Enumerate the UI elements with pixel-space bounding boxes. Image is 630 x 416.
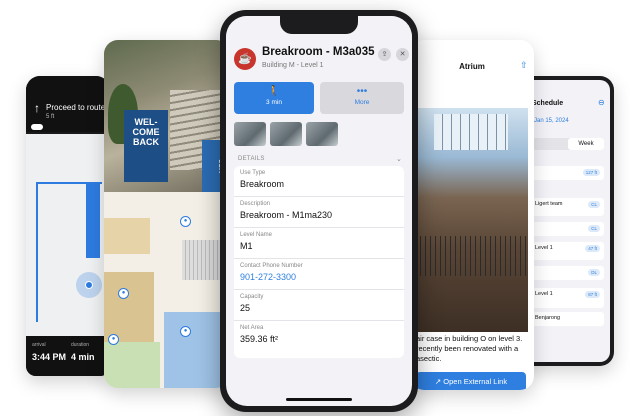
detail-screen: ☕ Breakroom - M3a035 Building M - Level … bbox=[226, 16, 412, 406]
event-tag: 47 ft bbox=[585, 245, 600, 252]
field-value: 25 bbox=[240, 303, 251, 313]
photo-thumbnail[interactable] bbox=[306, 122, 338, 146]
floor-plan[interactable]: ● ● ● ● bbox=[104, 192, 230, 388]
arrival-time: 3:44 PM bbox=[32, 352, 67, 362]
view-segmented-control[interactable]: Week bbox=[532, 138, 604, 150]
event-tag: CL bbox=[588, 225, 600, 232]
schedule-date[interactable]: Jan 15, 2024 bbox=[534, 118, 569, 124]
up-arrow-icon: ↑ bbox=[34, 101, 40, 115]
route-distance: 5 ft bbox=[46, 114, 55, 120]
duration-label: duration bbox=[71, 342, 90, 348]
railing-image bbox=[416, 236, 528, 276]
close-icon[interactable]: ⊖ bbox=[598, 98, 605, 107]
event-tag: DL bbox=[588, 269, 600, 276]
room-unit[interactable] bbox=[104, 218, 150, 254]
detail-row: Use Type Breakroom bbox=[234, 166, 404, 197]
schedule-event[interactable]: Level 1 87 ft bbox=[532, 288, 604, 308]
action-buttons: 🚶 3 min ••• More bbox=[234, 82, 404, 116]
field-value: 359.36 ft² bbox=[240, 334, 279, 344]
detail-row: Capacity 25 bbox=[234, 290, 404, 321]
directions-button[interactable]: 🚶 3 min bbox=[234, 82, 314, 114]
amenity-marker-icon[interactable]: ● bbox=[108, 334, 119, 345]
detail-phone: ☕ Breakroom - M3a035 Building M - Level … bbox=[220, 10, 418, 412]
photo-thumbnail[interactable] bbox=[234, 122, 266, 146]
skylight-image bbox=[434, 114, 508, 150]
phone-notch bbox=[280, 16, 358, 34]
arrival-label: arrival bbox=[32, 342, 46, 348]
directions-time: 3 min bbox=[266, 99, 282, 106]
schedule-event[interactable]: Benjarong bbox=[532, 312, 604, 326]
duration-value: 4 min bbox=[71, 352, 95, 362]
phone-number-link[interactable]: 901-272-3300 bbox=[240, 269, 398, 282]
atrium-phone: Atrium ⇧ air case in building O on level… bbox=[410, 40, 534, 390]
close-icon[interactable]: ✕ bbox=[396, 48, 409, 61]
detail-header: ☕ Breakroom - M3a035 Building M - Level … bbox=[226, 40, 412, 88]
chevron-down-icon[interactable]: ⌄ bbox=[396, 155, 402, 163]
atrium-description: air case in building O on level 3. recen… bbox=[416, 334, 523, 363]
amenity-marker-icon[interactable]: ● bbox=[180, 216, 191, 227]
share-icon[interactable]: ⇧ bbox=[520, 60, 528, 71]
event-text: Benjarong bbox=[535, 315, 561, 321]
detail-row: Net Area 359.36 ft² bbox=[234, 321, 404, 352]
room-unit[interactable] bbox=[104, 342, 160, 388]
page-title: Breakroom - M3a035 bbox=[262, 46, 375, 58]
schedule-event[interactable]: Level 1 47 ft bbox=[532, 242, 604, 260]
schedule-event[interactable]: CL bbox=[532, 222, 604, 236]
toggle-pill[interactable] bbox=[31, 124, 43, 130]
coffee-cup-icon: ☕ bbox=[234, 48, 256, 70]
event-tag: 127 ft bbox=[582, 169, 600, 176]
photo-thumbnail[interactable] bbox=[270, 122, 302, 146]
field-value: Breakroom bbox=[240, 179, 285, 189]
detail-row: Contact Phone Number 901-272-3300 bbox=[234, 259, 404, 290]
navigation-phone: ↑ Proceed to route 5 ft arrival 3:44 PM … bbox=[26, 76, 110, 376]
route-instruction: Proceed to route bbox=[46, 103, 106, 112]
detail-row: Level Name M1 bbox=[234, 228, 404, 259]
ellipsis-icon: ••• bbox=[356, 86, 368, 97]
route-line bbox=[36, 182, 38, 322]
open-external-link-button[interactable]: ↗ Open External Link bbox=[416, 372, 526, 390]
button-label: Open External Link bbox=[443, 377, 508, 386]
page-title: Schedule bbox=[532, 100, 564, 107]
amenity-marker-icon[interactable]: ● bbox=[118, 288, 129, 299]
page-subtitle: Building M - Level 1 bbox=[262, 62, 324, 69]
event-tag: 87 ft bbox=[585, 291, 600, 298]
showcase-stage: ↑ Proceed to route 5 ft arrival 3:44 PM … bbox=[0, 0, 630, 416]
home-indicator[interactable] bbox=[286, 398, 352, 401]
event-tag: CL bbox=[588, 201, 600, 208]
walking-person-icon: 🚶 bbox=[267, 86, 281, 97]
welcome-sign: WEL- COME BACK bbox=[124, 110, 168, 182]
event-text: Level 1 bbox=[535, 245, 553, 251]
photo-thumbnails bbox=[234, 122, 404, 148]
current-location-icon bbox=[85, 281, 93, 289]
room-unit[interactable] bbox=[104, 272, 154, 342]
trip-summary-bar: arrival 3:44 PM duration 4 min bbox=[26, 336, 110, 376]
field-value: Breakroom - M1ma230 bbox=[240, 210, 333, 220]
section-header: DETAILS bbox=[238, 156, 265, 162]
more-button[interactable]: ••• More bbox=[320, 82, 404, 114]
tab-week[interactable]: Week bbox=[568, 138, 604, 150]
detail-row: Description Breakroom - M1ma230 bbox=[234, 197, 404, 228]
page-title: Atrium bbox=[459, 62, 485, 71]
schedule-event[interactable]: Ligert team CL bbox=[532, 198, 604, 216]
event-text: Level 1 bbox=[535, 291, 553, 297]
more-label: More bbox=[354, 99, 370, 106]
floorplan-phone: WEL- COME BACK esri ● ● ● ● bbox=[104, 40, 230, 388]
share-icon[interactable]: ⇪ bbox=[378, 48, 391, 61]
schedule-event[interactable]: DL bbox=[532, 266, 604, 280]
event-text: Ligert team bbox=[535, 201, 563, 207]
details-card: Use Type Breakroom Description Breakroom… bbox=[234, 166, 404, 358]
schedule-event[interactable]: 127 ft bbox=[532, 166, 604, 180]
field-value: M1 bbox=[240, 241, 253, 251]
amenity-marker-icon[interactable]: ● bbox=[180, 326, 191, 337]
route-segment bbox=[86, 184, 100, 258]
